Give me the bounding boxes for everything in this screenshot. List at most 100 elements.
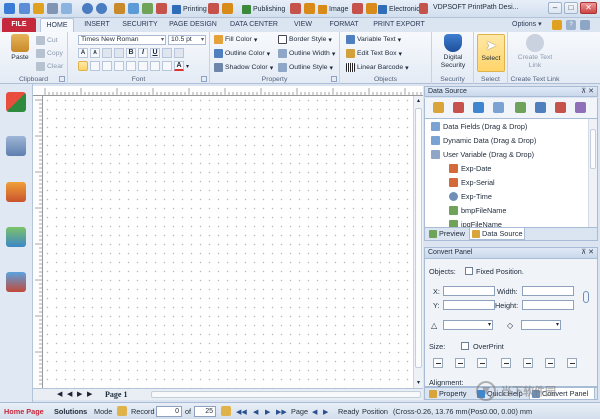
outline-color-button[interactable]: Outline Color ▾	[214, 49, 270, 58]
height-field[interactable]	[522, 300, 574, 310]
border-style-button[interactable]: Border Style ▾	[278, 35, 332, 44]
tab-property[interactable]: Property	[427, 388, 475, 400]
design-canvas[interactable]	[43, 96, 413, 388]
tab-home[interactable]: HOME	[40, 18, 74, 32]
next-record-icon[interactable]: ▶	[265, 408, 270, 416]
tree-node[interactable]: Dynamic Data (Drag & Drop)	[431, 136, 536, 145]
align-left-icon[interactable]	[433, 358, 443, 368]
list-icon[interactable]	[102, 48, 112, 58]
edit-text-box-button[interactable]: Edit Text Box ▾	[346, 49, 402, 58]
line-color-select[interactable]: ▾	[443, 320, 493, 330]
scroll-up-icon[interactable]: ▴	[415, 97, 422, 105]
maximize-button[interactable]: □	[564, 2, 578, 14]
solutions-link[interactable]: Solutions	[54, 407, 87, 416]
align-middle-icon[interactable]	[523, 358, 533, 368]
tools-icon[interactable]	[222, 3, 233, 14]
variable-text-button[interactable]: Variable Text ▾	[346, 35, 401, 44]
first-record-icon[interactable]: ◀◀	[236, 408, 247, 416]
font-size-select[interactable]: 10.5 pt	[168, 35, 206, 45]
export-pdf-icon[interactable]	[6, 182, 26, 202]
grow-font-icon[interactable]: A	[78, 48, 88, 58]
align-center-icon[interactable]	[90, 61, 100, 71]
subscript-icon[interactable]	[174, 48, 184, 58]
tab-file[interactable]: FILE	[2, 18, 36, 32]
web-icon[interactable]	[6, 272, 26, 292]
digital-security-button[interactable]: Digital Security	[436, 34, 470, 70]
close-button[interactable]: ✕	[580, 2, 597, 14]
outdent-icon[interactable]	[114, 48, 124, 58]
fill-color-button[interactable]: Fill Color ▾	[214, 35, 257, 44]
paragraph-icon[interactable]	[150, 61, 160, 71]
tree-node[interactable]: Data Fields (Drag & Drop)	[431, 122, 527, 131]
tree-node[interactable]: bmpFileName	[449, 206, 506, 215]
align-top-icon[interactable]	[501, 358, 511, 368]
home-page-link[interactable]: Home Page	[4, 407, 44, 416]
grid-icon[interactable]	[142, 3, 153, 14]
tree-node[interactable]: Exp-Time	[449, 192, 492, 201]
strikethrough-icon[interactable]	[162, 48, 172, 58]
image-icon[interactable]	[6, 227, 26, 247]
undo-icon[interactable]	[82, 3, 93, 14]
tab-page-design[interactable]: PAGE DESIGN	[166, 18, 220, 32]
filter-icon[interactable]	[473, 102, 484, 113]
align-right-icon[interactable]	[477, 358, 487, 368]
open-icon[interactable]	[33, 3, 44, 14]
template-icon[interactable]	[6, 92, 26, 112]
printing-quick-button[interactable]: Printing	[172, 2, 207, 16]
page-tab[interactable]: Page 1	[105, 389, 127, 400]
width-field[interactable]	[522, 286, 574, 296]
linear-barcode-button[interactable]: Linear Barcode ▾	[346, 63, 409, 72]
align-left-icon[interactable]	[78, 61, 88, 71]
refresh-icon[interactable]	[575, 102, 586, 113]
tree-node[interactable]: Exp-Serial	[449, 178, 495, 187]
tab-print-export[interactable]: PRINT EXPORT	[372, 18, 426, 32]
add-field-icon[interactable]	[515, 102, 526, 113]
outline-style-button[interactable]: Outline Style ▾	[278, 63, 333, 72]
font-launcher-icon[interactable]	[201, 76, 207, 82]
print-icon[interactable]	[47, 3, 58, 14]
pdf-icon[interactable]	[156, 3, 167, 14]
sql-icon[interactable]	[453, 102, 464, 113]
select-button[interactable]: ➤ Select	[477, 34, 505, 72]
next-page-icon[interactable]: ▶	[77, 391, 84, 398]
preview-icon[interactable]	[114, 3, 125, 14]
image-quick-button[interactable]: Image	[318, 2, 348, 16]
table-icon[interactable]	[493, 102, 504, 113]
canvas-vertical-scrollbar[interactable]: ▴ ▾	[413, 96, 423, 388]
y-field[interactable]	[443, 300, 495, 310]
shadow-color-button[interactable]: Shadow Color ▾	[214, 63, 273, 72]
style-icon[interactable]	[552, 20, 562, 30]
tab-view[interactable]: VIEW	[290, 18, 316, 32]
prev-record-icon[interactable]: ◀	[253, 408, 258, 416]
horizontal-scroll-thumb[interactable]	[151, 391, 421, 398]
publishing-quick-button[interactable]: Publishing	[242, 2, 285, 16]
property-launcher-icon[interactable]	[331, 76, 337, 82]
expand-icon[interactable]	[580, 20, 590, 30]
last-record-icon[interactable]: ▶▶	[276, 408, 287, 416]
page-prev-icon[interactable]: ◀	[312, 408, 317, 416]
minimize-button[interactable]: –	[548, 2, 562, 14]
first-page-icon[interactable]: ◀	[57, 391, 64, 398]
underline-button[interactable]: U	[150, 48, 160, 58]
calendar-icon[interactable]	[221, 406, 231, 416]
italic-button[interactable]: I	[138, 48, 148, 58]
tree-node[interactable]: jpgFileName	[449, 220, 502, 227]
tab-data-center[interactable]: DATA CENTER	[228, 18, 280, 32]
distribute-icon[interactable]	[126, 61, 136, 71]
save-icon[interactable]	[19, 3, 30, 14]
export-icon[interactable]	[128, 3, 139, 14]
app-logo-icon[interactable]	[4, 3, 15, 14]
shrink-font-icon[interactable]: A	[90, 48, 100, 58]
page-next-icon[interactable]: ▶	[323, 408, 328, 416]
bold-button[interactable]: B	[126, 48, 136, 58]
tools-icon[interactable]	[366, 3, 377, 14]
lock-ratio-icon[interactable]	[583, 291, 589, 303]
redo-icon[interactable]	[96, 3, 107, 14]
help-icon[interactable]: ?	[566, 20, 576, 30]
create-text-link-button[interactable]: Create Text Link	[514, 34, 556, 70]
electronic-quick-button[interactable]: Electronic	[378, 2, 420, 16]
font-color-icon[interactable]: A	[174, 61, 184, 71]
new-icon[interactable]	[61, 3, 72, 14]
last-page-icon[interactable]: ▶	[87, 391, 94, 398]
text-direction-icon[interactable]	[162, 61, 172, 71]
